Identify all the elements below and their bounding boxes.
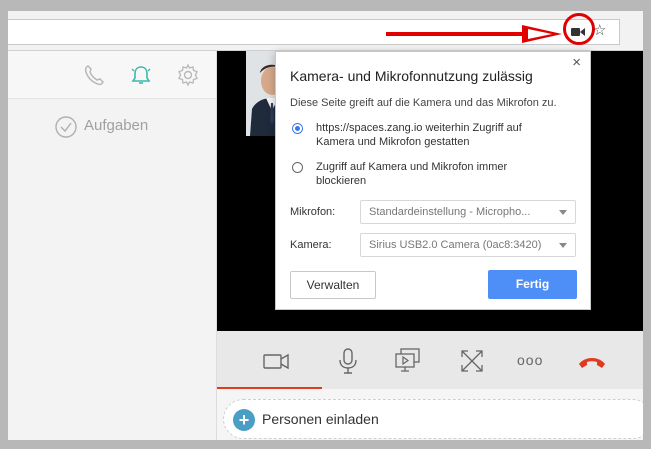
gear-icon[interactable]: [176, 63, 200, 87]
more-icon[interactable]: ooo: [517, 352, 551, 382]
media-permission-popup: × Kamera- und Mikrofonnutzung zulässig D…: [275, 51, 591, 310]
radio-allow-label[interactable]: https://spaces.zang.io weiterhin Zugriff…: [316, 121, 556, 149]
hang-up-icon[interactable]: [577, 346, 607, 376]
tasks-label: Aufgaben: [84, 117, 149, 134]
invite-label: Personen einladen: [262, 411, 379, 427]
chevron-down-icon: [559, 243, 567, 248]
close-icon[interactable]: ×: [572, 55, 581, 71]
call-controls-bar: ooo: [217, 331, 643, 389]
camera-select[interactable]: Sirius USB2.0 Camera (0ac8:3420): [360, 233, 576, 257]
camera-select-value: Sirius USB2.0 Camera (0ac8:3420): [369, 239, 542, 251]
radio-allow[interactable]: [292, 123, 303, 134]
check-circle-icon: [55, 116, 77, 138]
radio-block-label[interactable]: Zugriff auf Kamera und Mikrofon immer bl…: [316, 160, 556, 188]
popup-title: Kamera- und Mikrofonnutzung zulässig: [290, 68, 533, 84]
bell-icon[interactable]: [129, 63, 153, 87]
left-panel: Aufgaben: [8, 51, 216, 440]
red-arrow-annotation: [386, 25, 562, 43]
invite-people-button[interactable]: + Personen einladen: [223, 399, 643, 439]
microphone-icon[interactable]: [333, 346, 363, 376]
video-camera-icon[interactable]: [261, 346, 291, 376]
screenshot-frame: ☆ ⋮ Aufgaben: [0, 0, 651, 449]
microphone-select[interactable]: Standardeinstellung - Micropho...: [360, 200, 576, 224]
fullscreen-icon[interactable]: [457, 346, 487, 376]
microphone-select-value: Standardeinstellung - Micropho...: [369, 206, 531, 218]
invite-area: + Personen einladen: [217, 389, 643, 440]
popup-description: Diese Seite greift auf die Kamera und da…: [290, 97, 557, 109]
bookmark-star-icon[interactable]: ☆: [593, 23, 606, 39]
plus-icon: +: [233, 409, 255, 431]
done-button[interactable]: Fertig: [488, 270, 577, 299]
camera-label: Kamera:: [290, 239, 332, 251]
phone-icon[interactable]: [82, 63, 106, 87]
microphone-label: Mikrofon:: [290, 206, 336, 218]
browser-menu-icon[interactable]: ⋮: [638, 23, 643, 39]
left-panel-header: [8, 51, 216, 99]
red-circle-annotation: [563, 13, 595, 45]
screen-share-icon[interactable]: [393, 346, 423, 376]
chevron-down-icon: [559, 210, 567, 215]
manage-button[interactable]: Verwalten: [290, 271, 376, 299]
browser-toolbar: ☆ ⋮: [8, 11, 643, 51]
radio-block[interactable]: [292, 162, 303, 173]
